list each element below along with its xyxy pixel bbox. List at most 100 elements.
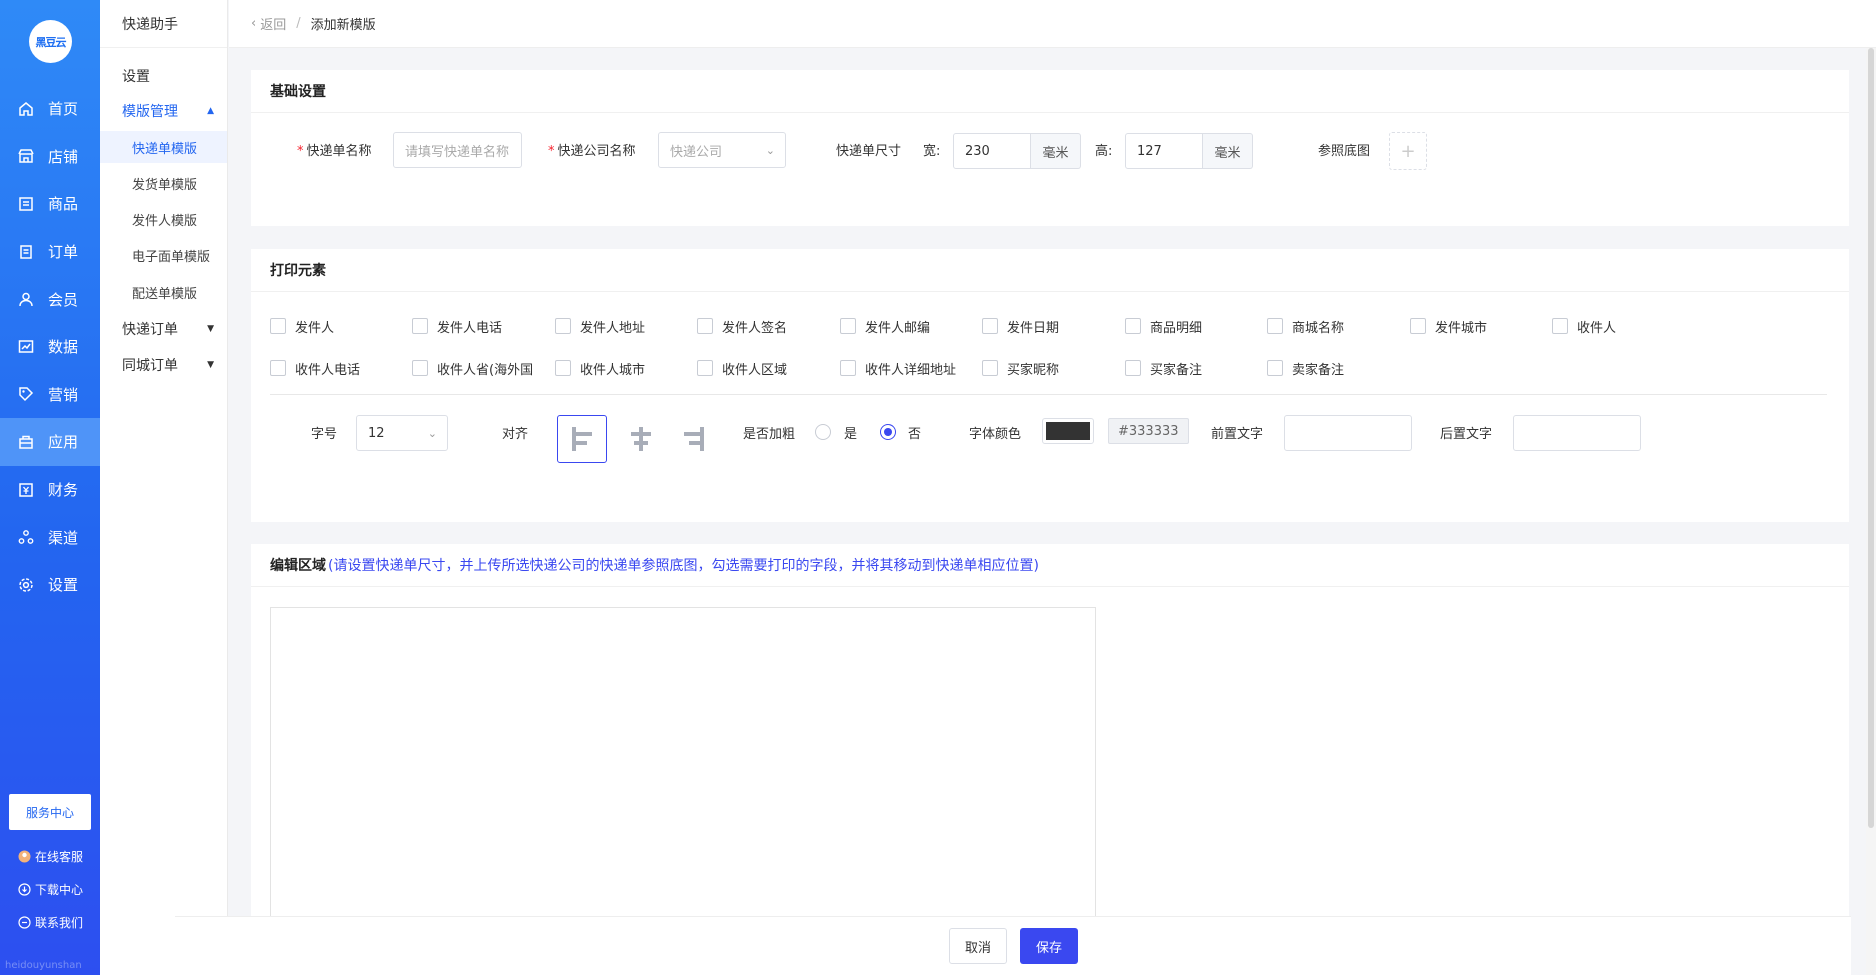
scrollbar-thumb[interactable]: [1868, 48, 1874, 828]
online-support-link[interactable]: 在线客服: [18, 848, 83, 865]
field-checkbox[interactable]: 买家昵称: [982, 359, 1059, 378]
checkbox-label: 发件城市: [1435, 321, 1488, 336]
bold-no-label: 否: [908, 427, 922, 442]
nav-item-finance[interactable]: 财务: [0, 466, 100, 514]
nav-item-order[interactable]: 订单: [0, 228, 100, 276]
edit-area-title: 编辑区域 (请设置快递单尺寸，并上传所选快递公司的快递单参照底图，勾选需要打印的字…: [251, 544, 1849, 587]
company-select[interactable]: 快递公司 ⌄: [658, 132, 786, 168]
footer-link-label: 下载中心: [35, 883, 84, 897]
cancel-button[interactable]: 取消: [949, 928, 1007, 964]
field-checkbox[interactable]: 收件人电话: [270, 359, 360, 378]
checkbox-label: 发件人邮编: [865, 321, 931, 336]
back-link[interactable]: ‹ 返回: [251, 14, 286, 33]
align-right-button[interactable]: [669, 415, 719, 463]
field-checkbox[interactable]: 收件人区域: [697, 359, 787, 378]
field-checkbox[interactable]: 发件城市: [1410, 317, 1487, 336]
footer-link-label: 在线客服: [35, 850, 84, 864]
font-size-label: 字号: [311, 427, 338, 442]
nav-item-store[interactable]: 店铺: [0, 133, 100, 181]
nav-item-app[interactable]: 应用: [0, 418, 100, 466]
download-center-link[interactable]: 下载中心: [18, 881, 83, 898]
brand-logo[interactable]: 黑豆云: [29, 20, 72, 63]
sub-item-label: 模版管理: [122, 104, 178, 120]
font-color-picker[interactable]: [1042, 418, 1094, 444]
nav-label: 首页: [48, 100, 79, 119]
finance-icon: [18, 482, 34, 498]
sub-leaf-shipping-template[interactable]: 发货单模版: [100, 167, 227, 199]
field-checkbox[interactable]: 收件人省(海外国: [412, 359, 533, 378]
width-input[interactable]: 230: [953, 133, 1031, 169]
color-swatch: [1046, 422, 1090, 440]
company-label-text: 快递公司名称: [557, 144, 636, 159]
checkbox-box: [840, 318, 856, 334]
sub-item-settings[interactable]: 设置: [122, 66, 214, 86]
checkbox-box: [270, 318, 286, 334]
caret-down-icon: ▼: [207, 360, 214, 370]
template-name-input[interactable]: 请填写快递单名称: [393, 132, 522, 168]
main-sidebar: 黑豆云 首页 店铺 商品 订单 会员 数据 营销 应用 财务 渠道 设置 服务中…: [0, 0, 100, 975]
bold-no-radio[interactable]: [880, 424, 896, 440]
edit-area-hint: (请设置快递单尺寸，并上传所选快递公司的快递单参照底图，勾选需要打印的字段，并将…: [328, 558, 1039, 574]
height-input[interactable]: 127: [1125, 133, 1203, 169]
field-checkbox[interactable]: 发件日期: [982, 317, 1059, 336]
nav-item-member[interactable]: 会员: [0, 275, 100, 323]
sub-item-template-mgmt[interactable]: 模版管理 ▲: [122, 101, 214, 121]
align-left-button[interactable]: [557, 415, 607, 463]
field-checkbox[interactable]: 买家备注: [1125, 359, 1202, 378]
contact-us-link[interactable]: 联系我们: [18, 914, 83, 931]
sub-item-city-orders[interactable]: 同城订单 ▼: [122, 355, 214, 375]
support-avatar-icon: [18, 850, 31, 863]
sub-leaf-delivery-template[interactable]: 配送单模版: [100, 276, 227, 308]
checkbox-box: [1410, 318, 1426, 334]
field-checkbox[interactable]: 发件人: [270, 317, 334, 336]
sub-leaf-eorder-template[interactable]: 电子面单模版: [100, 239, 227, 271]
sub-leaf-sender-template[interactable]: 发件人模版: [100, 203, 227, 235]
breadcrumb-current: 添加新模版: [310, 18, 376, 33]
nav-item-data[interactable]: 数据: [0, 323, 100, 371]
save-button[interactable]: 保存: [1020, 928, 1078, 964]
edit-area-title-text: 编辑区域: [270, 558, 326, 574]
upload-reference-button[interactable]: +: [1389, 132, 1427, 170]
checkbox-label: 买家昵称: [1007, 363, 1060, 378]
sub-leaf-express-template[interactable]: 快递单模版: [100, 131, 227, 163]
field-checkbox[interactable]: 收件人: [1552, 317, 1616, 336]
nav-item-settings[interactable]: 设置: [0, 561, 100, 609]
page-scrollbar[interactable]: [1866, 48, 1876, 975]
size-label: 快递单尺寸: [836, 144, 902, 159]
field-checkbox[interactable]: 发件人电话: [412, 317, 502, 336]
font-color-hex: #333333: [1108, 418, 1189, 444]
checkbox-label: 收件人详细地址: [865, 363, 957, 378]
font-size-select[interactable]: 12 ⌄: [356, 415, 448, 451]
field-checkbox[interactable]: 商品明细: [1125, 317, 1202, 336]
required-mark: *: [297, 144, 304, 159]
bold-label: 是否加粗: [743, 427, 796, 442]
chat-icon: [18, 916, 31, 929]
checkbox-label: 商品明细: [1150, 321, 1203, 336]
prefix-input[interactable]: [1284, 415, 1412, 451]
field-checkbox[interactable]: 商城名称: [1267, 317, 1344, 336]
sub-item-express-orders[interactable]: 快递订单 ▼: [122, 319, 214, 339]
field-checkbox[interactable]: 卖家备注: [1267, 359, 1344, 378]
bold-yes-radio[interactable]: [815, 424, 831, 440]
checkbox-box: [555, 360, 571, 376]
nav-item-home[interactable]: 首页: [0, 85, 100, 133]
checkbox-label: 发件人: [295, 321, 335, 336]
chevron-left-icon: ‹: [251, 16, 257, 31]
field-checkbox[interactable]: 发件人地址: [555, 317, 645, 336]
suffix-input[interactable]: [1513, 415, 1641, 451]
field-checkbox[interactable]: 发件人签名: [697, 317, 787, 336]
field-checkbox[interactable]: 收件人城市: [555, 359, 645, 378]
goods-icon: [18, 196, 34, 212]
align-label: 对齐: [502, 427, 529, 442]
align-center-button[interactable]: [616, 415, 666, 463]
nav-item-channel[interactable]: 渠道: [0, 513, 100, 561]
checkbox-box: [840, 360, 856, 376]
nav-item-marketing[interactable]: 营销: [0, 371, 100, 419]
nav-item-goods[interactable]: 商品: [0, 180, 100, 228]
nav-label: 设置: [48, 576, 79, 595]
field-checkbox[interactable]: 发件人邮编: [840, 317, 930, 336]
service-center-button[interactable]: 服务中心: [9, 794, 91, 830]
user-icon: [18, 291, 34, 307]
field-checkbox[interactable]: 收件人详细地址: [840, 359, 956, 378]
nav-label: 会员: [48, 290, 79, 309]
